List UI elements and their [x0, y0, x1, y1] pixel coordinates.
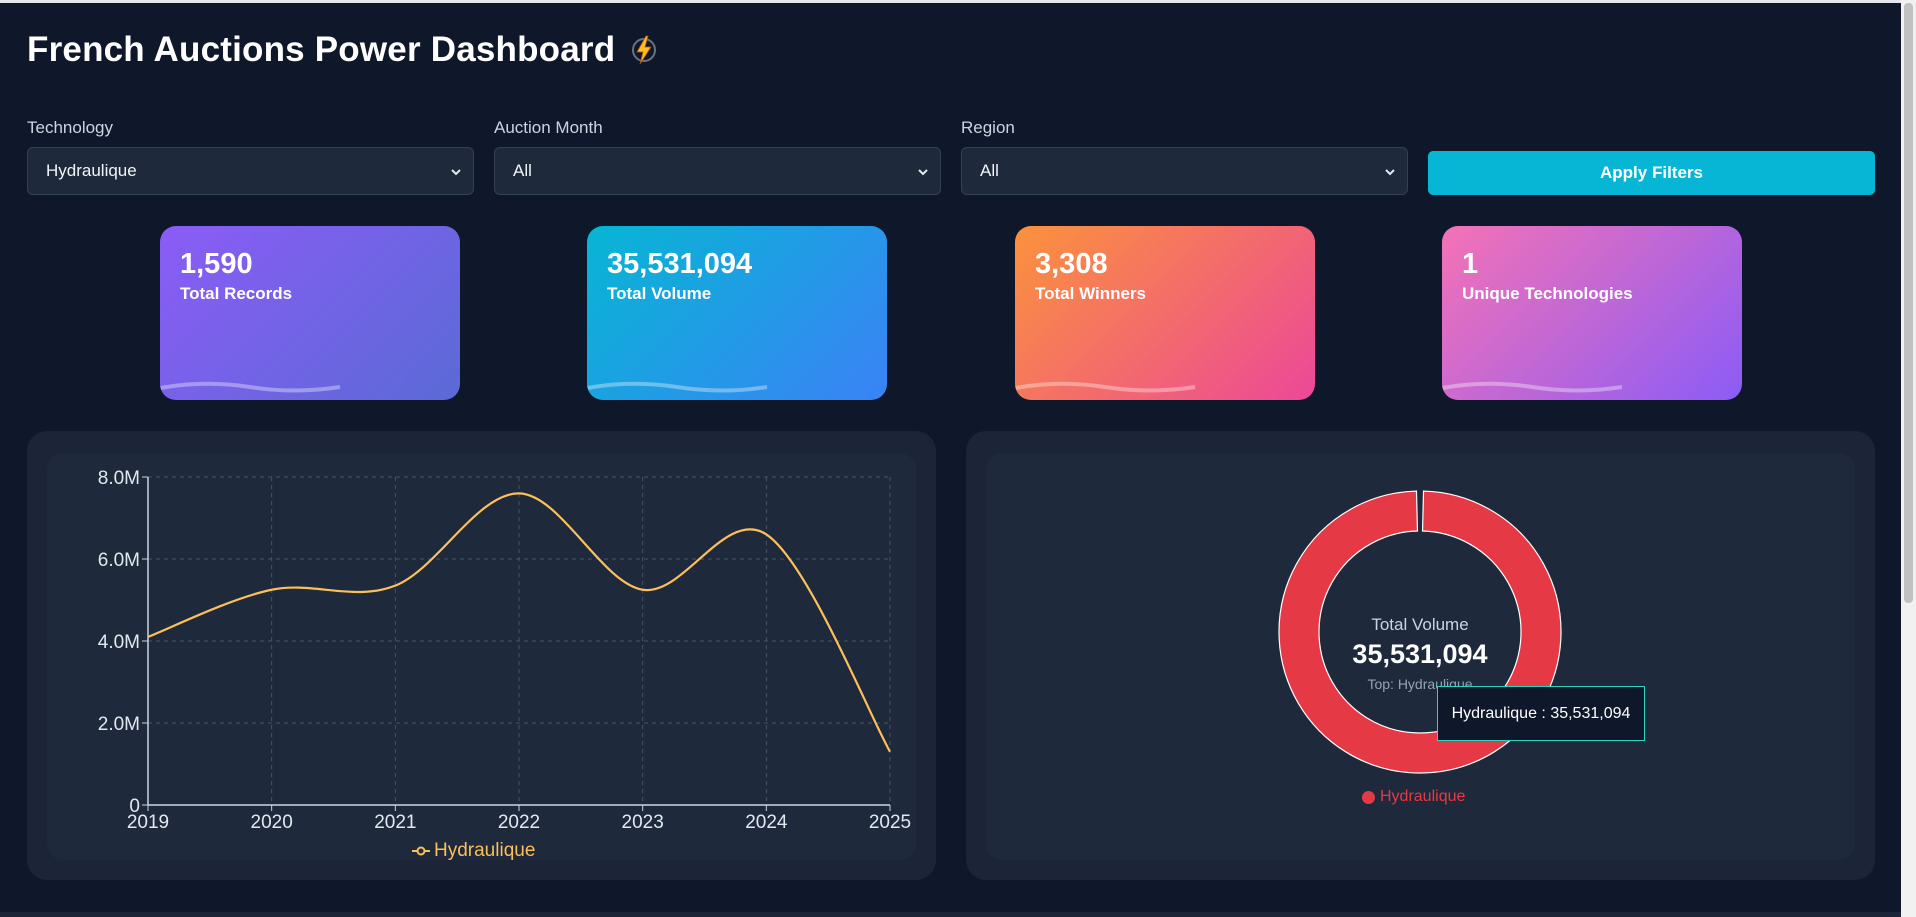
next-panel-edge — [0, 912, 1901, 917]
volume-donut-chart — [1278, 490, 1562, 774]
legend-label: Hydraulique — [1380, 788, 1466, 805]
legend-dot — [1362, 790, 1375, 804]
donut-center-value: 35,531,094 — [1352, 639, 1488, 669]
donut-center-text: Total Volume 35,531,094 Top: Hydraulique — [1300, 615, 1540, 692]
donut-center-label: Total Volume — [1371, 615, 1469, 634]
donut-chart-legend[interactable]: Hydraulique — [1362, 788, 1465, 806]
donut-tooltip: Hydraulique : 35,531,094 — [1437, 686, 1645, 741]
vertical-scrollbar[interactable] — [1901, 0, 1916, 917]
scrollbar-thumb[interactable] — [1904, 3, 1913, 603]
dashboard-page: French Auctions Power Dashboard Technolo… — [0, 0, 1916, 917]
